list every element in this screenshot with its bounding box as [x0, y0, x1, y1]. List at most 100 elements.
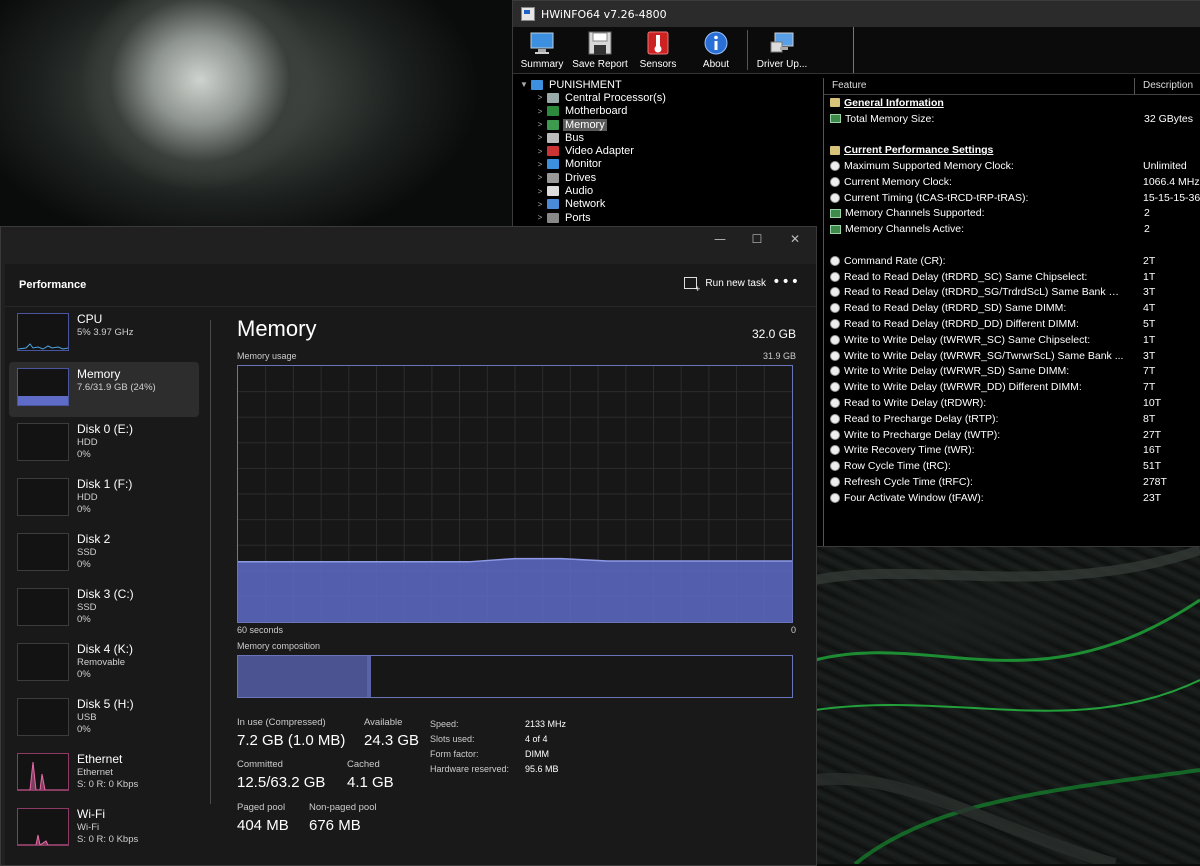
sidebar-item-disk-4-k[interactable]: Disk 4 (K:) Removable 0% — [5, 637, 205, 692]
sidebar-item-detail: HDD — [77, 437, 98, 448]
feature-row[interactable]: Row Cycle Time (tRC): 51T — [824, 458, 1200, 474]
expand-chevron-icon[interactable]: ▼ — [519, 80, 529, 89]
feature-row[interactable]: Four Activate Window (tFAW): 23T — [824, 490, 1200, 506]
expand-chevron-icon[interactable]: > — [535, 133, 545, 142]
tree-item-punishment[interactable]: ▼ PUNISHMENT — [513, 78, 819, 91]
feature-label: Maximum Supported Memory Clock: — [844, 160, 1014, 173]
feature-value: 4T — [1143, 302, 1156, 315]
feature-row[interactable]: Read to Write Delay (tRDWR): 10T — [824, 395, 1200, 411]
disk-thumbnail-graph — [17, 698, 69, 736]
memory-composition-bar[interactable] — [237, 655, 793, 698]
feature-row[interactable]: Total Memory Size: 32 GBytes — [824, 111, 1200, 127]
tree-item-drives[interactable]: > Drives — [513, 171, 819, 184]
driver-update-label: Driver Up... — [756, 59, 808, 70]
feature-row[interactable]: Write to Write Delay (tWRWR_SC) Same Chi… — [824, 332, 1200, 348]
composition-free[interactable] — [434, 656, 792, 697]
feature-row[interactable]: Command Rate (CR): 2T — [824, 253, 1200, 269]
sidebar-item-text: Disk 5 (H:) USB 0% — [77, 697, 134, 736]
tree-item-bus[interactable]: > Bus — [513, 131, 819, 144]
more-options-button[interactable]: ••• — [772, 274, 800, 290]
save-report-button[interactable]: Save Report — [571, 27, 629, 73]
maximize-button[interactable]: ☐ — [747, 232, 767, 246]
expand-chevron-icon[interactable]: > — [535, 107, 545, 116]
tree-item-label: Motherboard — [565, 105, 628, 118]
sidebar-item-name: Disk 5 (H:) — [77, 697, 134, 711]
tree-item-video-adapter[interactable]: > Video Adapter — [513, 144, 819, 157]
composition-in-use[interactable] — [238, 656, 368, 697]
hwinfo-title-bar[interactable]: HWiNFO64 v7.26-4800 — [513, 1, 1200, 27]
tree-item-label: Drives — [565, 171, 597, 184]
close-button[interactable]: ✕ — [785, 232, 805, 246]
setting-circle-icon — [830, 192, 840, 203]
feature-row[interactable]: Refresh Cycle Time (tRFC): 278T — [824, 474, 1200, 490]
sidebar-item-text: Disk 3 (C:) SSD 0% — [77, 587, 134, 626]
feature-row[interactable]: Current Performance Settings — [824, 142, 1200, 158]
tree-item-central-processor-s[interactable]: > Central Processor(s) — [513, 91, 819, 104]
expand-chevron-icon[interactable]: > — [535, 213, 545, 222]
feature-row[interactable]: Memory Channels Active: 2 — [824, 221, 1200, 237]
expand-chevron-icon[interactable]: > — [535, 187, 545, 196]
description-column-header[interactable]: Description — [1135, 78, 1193, 94]
feature-row[interactable]: Read to Precharge Delay (tRTP): 8T — [824, 411, 1200, 427]
tree-item-monitor[interactable]: > Monitor — [513, 158, 819, 171]
expand-chevron-icon[interactable]: > — [535, 147, 545, 156]
feature-value: 7T — [1143, 381, 1156, 394]
feature-label: Write to Write Delay (tWRWR_SD) Same DIM… — [844, 365, 1070, 378]
composition-standby[interactable] — [370, 656, 436, 697]
sidebar-item-text: Disk 4 (K:) Removable 0% — [77, 642, 133, 681]
feature-row[interactable]: Write to Write Delay (tWRWR_DD) Differen… — [824, 379, 1200, 395]
sidebar-item-disk-3-c[interactable]: Disk 3 (C:) SSD 0% — [5, 582, 205, 637]
available-label: Available — [364, 717, 403, 728]
tree-item-motherboard[interactable]: > Motherboard — [513, 105, 819, 118]
driver-update-button[interactable]: Driver Up... — [750, 27, 814, 73]
feature-value: 16T — [1143, 444, 1162, 457]
feature-row[interactable]: General Information — [824, 95, 1200, 111]
minimize-button[interactable]: — — [710, 232, 730, 246]
feature-row[interactable]: Read to Read Delay (tRDRD_SC) Same Chips… — [824, 269, 1200, 285]
sidebar-item-disk-5-h[interactable]: Disk 5 (H:) USB 0% — [5, 692, 205, 747]
sidebar-item-disk-1-f[interactable]: Disk 1 (F:) HDD 0% — [5, 472, 205, 527]
tree-item-memory[interactable]: > Memory — [513, 118, 819, 131]
feature-row[interactable]: Write to Write Delay (tWRWR_SG/TwrwrScL)… — [824, 348, 1200, 364]
task-manager-title-bar[interactable]: — ☐ ✕ — [1, 227, 816, 251]
expand-chevron-icon[interactable]: > — [535, 120, 545, 129]
run-new-task-button[interactable]: Run new task — [684, 277, 766, 294]
sidebar-item-wi-fi[interactable]: Wi-Fi Wi-Fi S: 0 R: 0 Kbps — [5, 802, 205, 857]
available-value: 24.3 GB — [364, 732, 420, 749]
feature-row[interactable]: Memory Channels Supported: 2 — [824, 206, 1200, 222]
expand-chevron-icon[interactable]: > — [535, 173, 545, 182]
feature-label: Write to Precharge Delay (tWTP): — [844, 428, 1001, 441]
sidebar-item-memory[interactable]: Memory 7.6/31.9 GB (24%) — [9, 362, 199, 417]
feature-row[interactable]: Write to Precharge Delay (tWTP): 27T — [824, 427, 1200, 443]
expand-chevron-icon[interactable]: > — [535, 160, 545, 169]
feature-column-header[interactable]: Feature — [824, 78, 1135, 94]
feature-row[interactable]: Write Recovery Time (tWR): 16T — [824, 443, 1200, 459]
sidebar-item-disk-0-e[interactable]: Disk 0 (E:) HDD 0% — [5, 417, 205, 472]
sidebar-item-disk-2[interactable]: Disk 2 SSD 0% — [5, 527, 205, 582]
feature-row[interactable]: Current Memory Clock: 1066.4 MHz — [824, 174, 1200, 190]
feature-row[interactable]: Read to Read Delay (tRDRD_SG/TrdrdScL) S… — [824, 285, 1200, 301]
tree-item-ports[interactable]: > Ports — [513, 211, 819, 224]
feature-row[interactable]: Read to Read Delay (tRDRD_SD) Same DIMM:… — [824, 300, 1200, 316]
sidebar-item-text: Memory 7.6/31.9 GB (24%) — [77, 367, 156, 394]
monitor-icon — [530, 32, 554, 54]
tree-item-audio[interactable]: > Audio — [513, 184, 819, 197]
feature-row[interactable]: Write to Write Delay (tWRWR_SD) Same DIM… — [824, 364, 1200, 380]
expand-chevron-icon[interactable]: > — [535, 200, 545, 209]
feature-row[interactable]: Maximum Supported Memory Clock: Unlimited — [824, 158, 1200, 174]
sidebar-item-ethernet[interactable]: Ethernet Ethernet S: 0 R: 0 Kbps — [5, 747, 205, 802]
tree-item-network[interactable]: > Network — [513, 198, 819, 211]
feature-row[interactable]: Read to Read Delay (tRDRD_DD) Different … — [824, 316, 1200, 332]
feature-row[interactable]: Current Timing (tCAS-tRCD-tRP-tRAS): 15-1… — [824, 190, 1200, 206]
expand-chevron-icon[interactable]: > — [535, 93, 545, 102]
sensors-button[interactable]: Sensors — [629, 27, 687, 73]
memory-chip-icon — [830, 114, 841, 124]
summary-button[interactable]: Summary — [513, 27, 571, 73]
sidebar-item-detail: Removable — [77, 657, 126, 668]
tree-item-label: Monitor — [565, 158, 602, 171]
sidebar-item-name: Disk 3 (C:) — [77, 587, 134, 601]
sidebar-item-cpu[interactable]: CPU 5% 3.97 GHz — [5, 307, 205, 362]
about-button[interactable]: About — [687, 27, 745, 73]
setting-circle-icon — [830, 382, 840, 393]
feature-label: Write Recovery Time (tWR): — [844, 444, 975, 457]
